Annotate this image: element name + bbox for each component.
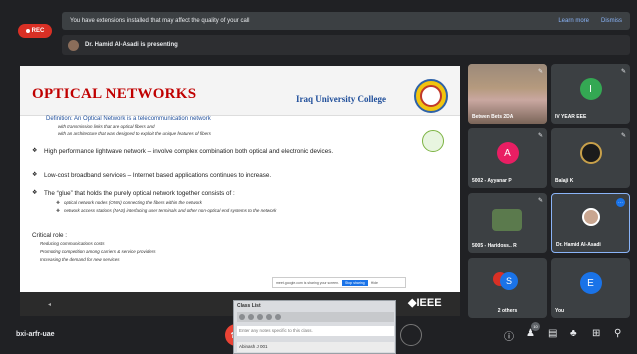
control-button[interactable] xyxy=(400,324,422,346)
lock-icon[interactable]: ⚲ xyxy=(614,328,621,339)
extension-warning-banner: You have extensions installed that may a… xyxy=(62,12,630,30)
self-tile[interactable]: E You xyxy=(551,258,630,318)
definition-sub-2: with an architecture that was designed t… xyxy=(58,131,211,136)
participant-name: Dr. Hamid Al-Asadi xyxy=(556,242,601,248)
recording-indicator: REC xyxy=(18,24,52,38)
participant-name: 5002 - Ayyanar P xyxy=(472,178,512,184)
glue-sub-1: optical network nodes (ONN) connecting t… xyxy=(64,200,202,205)
participant-profile-photo xyxy=(581,208,600,227)
sub-bullet-icon: ❖ xyxy=(56,200,61,205)
role-1: Reducing communications costs xyxy=(40,241,105,246)
stop-sharing-button[interactable]: Stop sharing xyxy=(342,279,368,286)
secondary-logo xyxy=(422,130,444,152)
college-name: Iraq University College xyxy=(296,94,386,104)
info-icon[interactable]: ⓘ xyxy=(504,328,514,343)
learn-more-link[interactable]: Learn more xyxy=(558,18,589,24)
presenting-bar: Dr. Hamid Al-Asadi is presenting xyxy=(62,35,630,55)
bullet-3: The “glue” that holds the purely optical… xyxy=(44,190,235,197)
participant-avatar: A xyxy=(496,142,519,165)
others-label: 2 others xyxy=(497,308,518,314)
definition-sub-1: with transmission links that are optical… xyxy=(58,124,155,129)
participant-profile-photo xyxy=(579,142,602,165)
dismiss-button[interactable]: Dismiss xyxy=(601,18,622,24)
participant-avatar: S xyxy=(500,272,518,290)
bullet-1: High performance lightwave network – inv… xyxy=(44,148,334,155)
class-list-title: Class List xyxy=(237,303,261,309)
bullet-2: Low-cost broadband services – Internet b… xyxy=(44,172,272,179)
mic-off-icon: ✎ xyxy=(537,133,543,139)
role-2: Promoting competition among carriers & s… xyxy=(40,249,156,254)
record-dot-icon xyxy=(25,29,30,33)
college-logo xyxy=(414,79,448,113)
tool-icon[interactable] xyxy=(266,314,272,320)
participant-name: Balaji K xyxy=(555,178,574,184)
bullet-icon: ❖ xyxy=(32,190,38,196)
participant-video xyxy=(492,209,522,231)
tool-icon[interactable] xyxy=(275,314,281,320)
bullet-icon: ❖ xyxy=(32,172,38,178)
banner-message: You have extensions installed that may a… xyxy=(70,18,250,24)
meeting-code: bxi-arfr-uae xyxy=(16,331,55,338)
tool-icon[interactable] xyxy=(248,314,254,320)
definition-text: Definition: An Optical Network is a tele… xyxy=(46,116,211,122)
participant-tile[interactable]: ✎ 5005 - Haridoss.. R xyxy=(468,193,547,253)
presenter-avatar xyxy=(68,39,79,51)
participant-tile[interactable]: ✎ I IV YEAR EEE xyxy=(551,64,630,124)
people-count-badge: 10 xyxy=(531,322,540,331)
role-3: Increasing the demand for new services xyxy=(40,257,120,262)
participant-name: Betwen Bets 2DA xyxy=(472,114,514,120)
participant-tile[interactable]: ✎ Betwen Bets 2DA xyxy=(468,64,547,124)
more-options-icon[interactable]: ⋯ xyxy=(616,198,625,207)
participant-avatar: I xyxy=(579,78,602,101)
presenting-label: Dr. Hamid Al-Asadi is presenting xyxy=(85,42,178,48)
participant-name: 5005 - Haridoss.. R xyxy=(472,243,517,249)
bullet-icon: ❖ xyxy=(32,148,38,154)
chat-icon[interactable]: ▤ xyxy=(548,328,557,339)
participant-tile[interactable]: ✎ A 5002 - Ayyanar P xyxy=(468,128,547,188)
sub-bullet-icon: ❖ xyxy=(56,208,61,213)
self-avatar: E xyxy=(579,272,602,295)
participant-tile-active[interactable]: ⋯ Dr. Hamid Al-Asadi xyxy=(551,193,630,253)
class-notes-input[interactable]: Enter any notes specific to this class. xyxy=(237,326,394,336)
rec-label: REC xyxy=(31,28,45,34)
mic-off-icon: ✎ xyxy=(620,69,626,75)
slide-nav-arrow-icon[interactable]: ◂ xyxy=(48,301,54,308)
student-row[interactable]: Abinash J 001 xyxy=(237,342,394,352)
participant-tile-others[interactable]: S 2 others xyxy=(468,258,547,318)
participant-name: IV YEAR EEE xyxy=(555,114,587,120)
tool-icon[interactable] xyxy=(257,314,263,320)
slide-title: OPTICAL NETWORKS xyxy=(32,86,197,102)
critical-role-heading: Critical role : xyxy=(32,232,67,239)
tool-icon[interactable] xyxy=(239,314,245,320)
participant-tile[interactable]: ✎ Balaji K xyxy=(551,128,630,188)
activities-icon[interactable]: ♣ xyxy=(570,328,577,339)
class-list-panel[interactable]: Class List Enter any notes specific to t… xyxy=(233,300,396,354)
grid-icon[interactable]: ⊞ xyxy=(592,328,600,339)
ieee-logo: ◆IEEE xyxy=(408,297,442,309)
class-list-toolbar xyxy=(237,312,394,322)
screen-share-notice: meet.google.com is sharing your screen. … xyxy=(272,277,406,288)
self-name: You xyxy=(555,308,565,314)
mic-off-icon: ✎ xyxy=(620,133,626,139)
mic-off-icon: ✎ xyxy=(537,198,543,204)
mic-off-icon: ✎ xyxy=(537,69,543,75)
hide-button[interactable]: Hide xyxy=(371,281,378,285)
glue-sub-2: network access stations (NAS) interfacin… xyxy=(64,208,277,213)
share-notice-text: meet.google.com is sharing your screen. xyxy=(276,280,340,285)
